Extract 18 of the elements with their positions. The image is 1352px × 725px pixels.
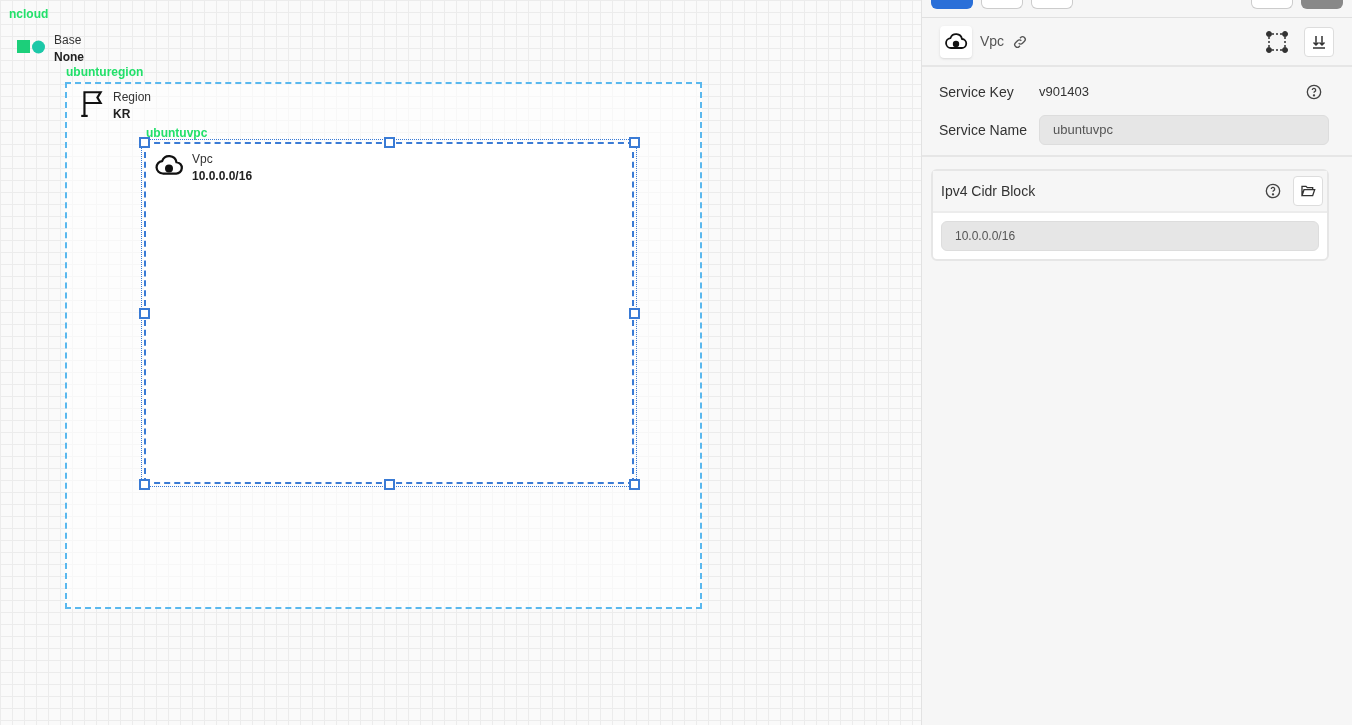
group-label: ncloud bbox=[9, 6, 49, 23]
group-label: ubunturegion bbox=[66, 64, 144, 81]
vpc-group[interactable]: Vpc 10.0.0.0/16 bbox=[144, 142, 634, 484]
node-type: Region bbox=[113, 89, 152, 106]
node-type: Base bbox=[54, 32, 83, 49]
cidr-field[interactable]: 10.0.0.0/16 bbox=[941, 221, 1319, 251]
node-value: None bbox=[54, 49, 84, 66]
section-title: Ipv4 Cidr Block bbox=[941, 181, 1037, 201]
field-label: Service Name bbox=[939, 120, 1028, 140]
group-label: ubuntuvpc bbox=[146, 125, 208, 142]
node-value: 10.0.0.0/16 bbox=[192, 168, 253, 185]
diagram-canvas[interactable]: ncloud Base None ubunturegion Region KR ubuntuvpc Vpc 10.0.0.0/16 bbox=[0, 0, 921, 725]
resource-title: Vpc bbox=[980, 32, 1005, 51]
field-value: v901403 bbox=[1039, 83, 1090, 102]
node-type: Vpc bbox=[192, 151, 214, 168]
service-name-field[interactable]: ubuntuvpc bbox=[1039, 115, 1329, 145]
field-label: Service Key bbox=[939, 82, 1015, 102]
node-value: KR bbox=[113, 106, 132, 123]
